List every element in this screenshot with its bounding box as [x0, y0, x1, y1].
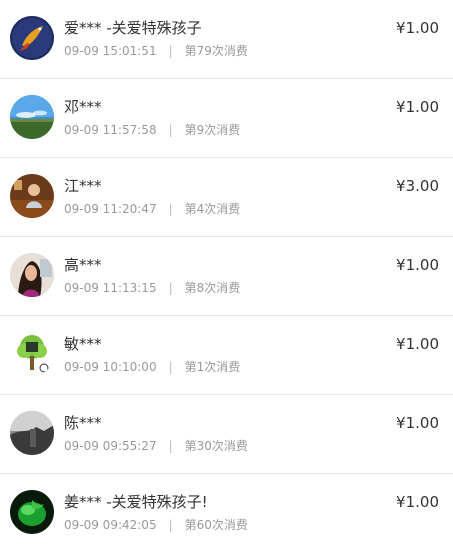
item-time: 09-09 09:55:27	[64, 439, 157, 453]
item-amount: ¥1.00	[396, 414, 439, 432]
divider: |	[168, 44, 173, 58]
list-item[interactable]: 邓*** 09-09 11:57:58 | 第9次消费 ¥1.00	[0, 79, 453, 158]
list-item[interactable]: 敏*** 09-09 10:10:00 | 第1次消费 ¥1.00	[0, 316, 453, 395]
koi-fish-avatar[interactable]	[10, 16, 54, 60]
divider: |	[168, 360, 173, 374]
item-time: 09-09 11:13:15	[64, 281, 157, 295]
person-photo-avatar[interactable]	[10, 174, 54, 218]
item-amount: ¥3.00	[396, 177, 439, 195]
item-time: 09-09 10:10:00	[64, 360, 157, 374]
item-name: 姜*** -关爱特殊孩子!	[64, 493, 208, 511]
divider: |	[168, 518, 173, 532]
item-name: 江***	[64, 177, 102, 195]
divider: |	[168, 202, 173, 216]
item-amount: ¥1.00	[396, 493, 439, 511]
item-amount: ¥1.00	[396, 19, 439, 37]
consumption-list: 爱*** -关爱特殊孩子 09-09 15:01:51 | 第79次消费 ¥1.00…	[0, 0, 453, 553]
woman-photo-avatar[interactable]	[10, 253, 54, 297]
item-count: 第9次消费	[184, 123, 241, 137]
item-amount: ¥1.00	[396, 256, 439, 274]
item-count: 第8次消费	[184, 281, 241, 295]
green-tree-avatar[interactable]	[10, 332, 54, 376]
item-meta: 09-09 15:01:51 | 第79次消费	[64, 42, 248, 60]
item-meta: 09-09 09:42:05 | 第60次消费	[64, 516, 248, 534]
item-name: 高***	[64, 256, 102, 274]
item-amount: ¥1.00	[396, 335, 439, 353]
item-count: 第4次消费	[184, 202, 241, 216]
item-time: 09-09 11:57:58	[64, 123, 157, 137]
item-name: 敏***	[64, 335, 102, 353]
item-meta: 09-09 11:13:15 | 第8次消费	[64, 279, 240, 297]
divider: |	[168, 439, 173, 453]
item-name: 爱*** -关爱特殊孩子	[64, 19, 202, 37]
item-count: 第30次消费	[184, 439, 248, 453]
item-meta: 09-09 09:55:27 | 第30次消费	[64, 437, 248, 455]
grayscale-photo-avatar[interactable]	[10, 411, 54, 455]
item-time: 09-09 09:42:05	[64, 518, 157, 532]
item-time: 09-09 11:20:47	[64, 202, 157, 216]
item-count: 第79次消费	[184, 44, 248, 58]
divider: |	[168, 281, 173, 295]
item-time: 09-09 15:01:51	[64, 44, 157, 58]
sky-landscape-avatar[interactable]	[10, 95, 54, 139]
item-amount: ¥1.00	[396, 98, 439, 116]
list-item[interactable]: 陈*** 09-09 09:55:27 | 第30次消费 ¥1.00	[0, 395, 453, 474]
item-meta: 09-09 11:20:47 | 第4次消费	[64, 200, 240, 218]
item-count: 第60次消费	[184, 518, 248, 532]
list-item[interactable]: 高*** 09-09 11:13:15 | 第8次消费 ¥1.00	[0, 237, 453, 316]
item-count: 第1次消费	[184, 360, 241, 374]
green-leaf-avatar[interactable]	[10, 490, 54, 534]
divider: |	[168, 123, 173, 137]
list-item[interactable]: 姜*** -关爱特殊孩子! 09-09 09:42:05 | 第60次消费 ¥1.0…	[0, 474, 453, 553]
list-item[interactable]: 爱*** -关爱特殊孩子 09-09 15:01:51 | 第79次消费 ¥1.00	[0, 0, 453, 79]
item-meta: 09-09 11:57:58 | 第9次消费	[64, 121, 240, 139]
item-name: 陈***	[64, 414, 102, 432]
item-meta: 09-09 10:10:00 | 第1次消费	[64, 358, 240, 376]
list-item[interactable]: 江*** 09-09 11:20:47 | 第4次消费 ¥3.00	[0, 158, 453, 237]
item-name: 邓***	[64, 98, 102, 116]
